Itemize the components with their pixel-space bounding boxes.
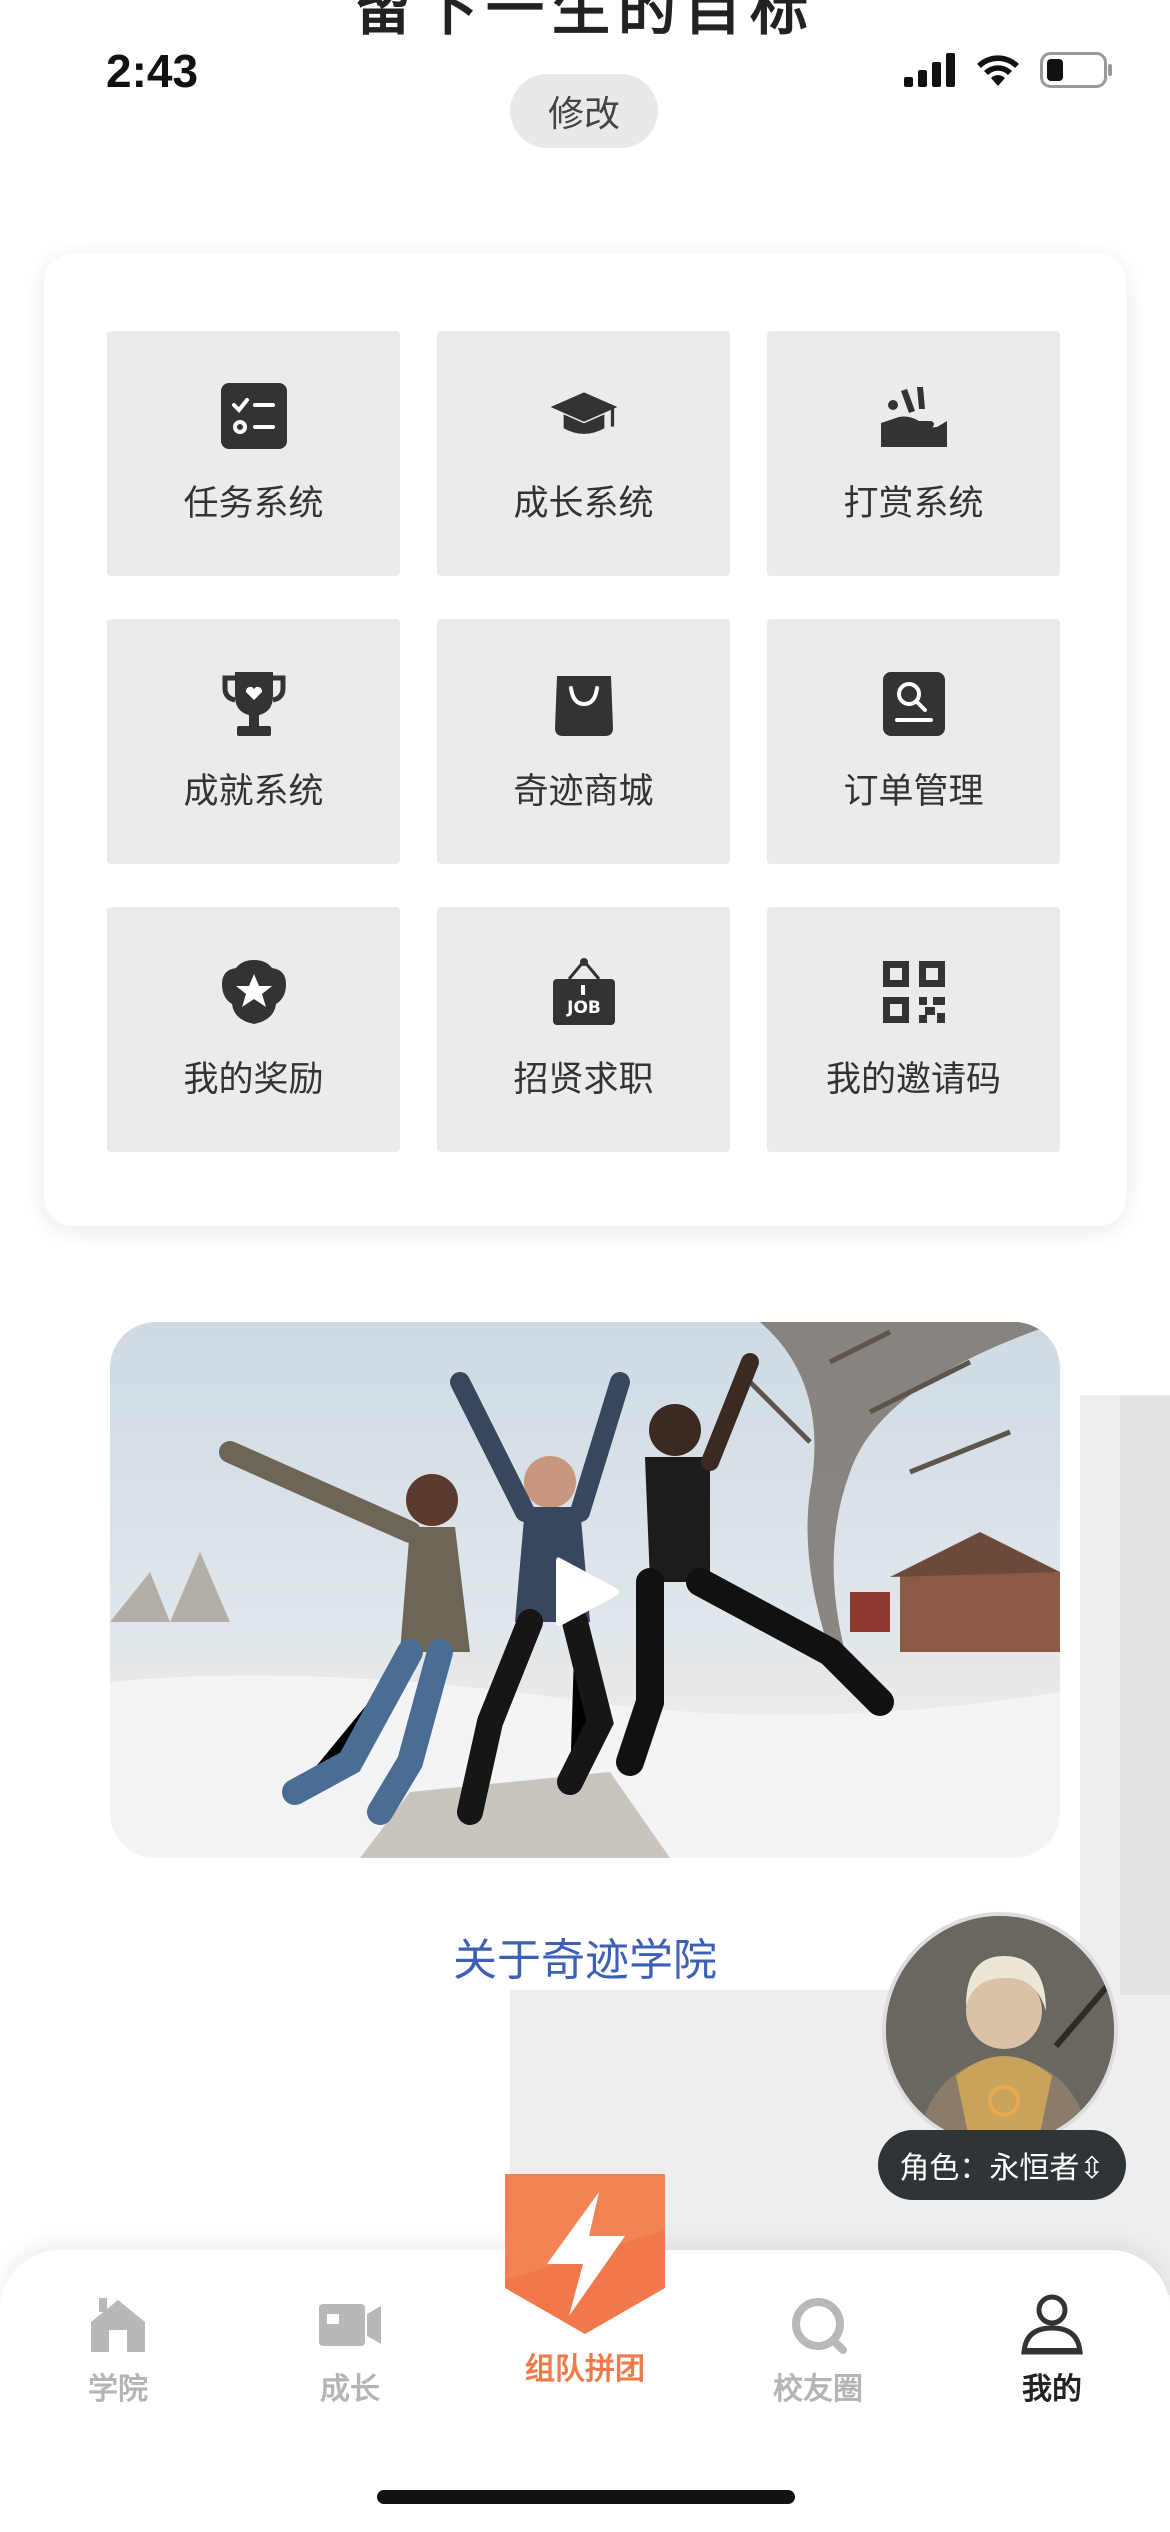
- lightning-icon: [480, 2170, 690, 2338]
- menu-item-label: 打赏系统: [843, 484, 984, 524]
- menu-item-label: 成就系统: [183, 772, 324, 812]
- menu-item-task[interactable]: 任务系统: [107, 331, 400, 576]
- background-shape: [1120, 1395, 1170, 1995]
- star-badge-icon: [219, 957, 289, 1027]
- menu-item-label: 我的奖励: [183, 1060, 324, 1100]
- menu-item-jobs[interactable]: JOB 招贤求职: [437, 907, 730, 1152]
- signal-icon: [904, 53, 955, 87]
- circle-search-icon: [748, 2290, 888, 2360]
- status-icons: [904, 52, 1114, 88]
- tab-academy[interactable]: 学院: [48, 2290, 188, 2408]
- menu-item-growth[interactable]: 成长系统: [437, 331, 730, 576]
- edit-button[interactable]: 修改: [510, 74, 658, 148]
- role-switch-button[interactable]: 角色：永恒者⇳: [878, 2130, 1126, 2200]
- menu-item-label: 订单管理: [843, 772, 984, 812]
- tab-mine[interactable]: 我的: [982, 2290, 1122, 2408]
- avatar[interactable]: [882, 1912, 1118, 2148]
- home-indicator: [377, 2490, 795, 2504]
- menu-item-label: 招贤求职: [513, 1060, 654, 1100]
- menu-grid: 任务系统 成长系统 打赏系统 成就系统 奇迹商城 订单管理 我的奖励 JOB 招…: [107, 331, 1060, 1152]
- tab-alumni[interactable]: 校友圈: [748, 2290, 888, 2408]
- shopping-bag-icon: [549, 669, 619, 739]
- menu-item-achievement[interactable]: 成就系统: [107, 619, 400, 864]
- status-time: 2:43: [106, 45, 199, 97]
- trophy-icon: [219, 669, 289, 739]
- menu-item-invite[interactable]: 我的邀请码: [767, 907, 1060, 1152]
- menu-card: 任务系统 成长系统 打赏系统 成就系统 奇迹商城 订单管理 我的奖励 JOB 招…: [44, 254, 1126, 1226]
- menu-item-label: 奇迹商城: [513, 772, 654, 812]
- battery-icon: [1040, 52, 1112, 88]
- user-icon: [982, 2290, 1122, 2360]
- tab-label: 成长: [320, 2372, 380, 2407]
- tab-team-up[interactable]: 组队拼团: [480, 2170, 690, 2388]
- menu-item-rewards[interactable]: 我的奖励: [107, 907, 400, 1152]
- menu-item-label: 任务系统: [183, 484, 324, 524]
- task-list-icon: [219, 381, 289, 451]
- tab-label: 我的: [1022, 2372, 1082, 2407]
- tip-hand-icon: [879, 381, 949, 451]
- qr-code-icon: [879, 957, 949, 1027]
- wifi-icon: [977, 55, 1019, 86]
- menu-item-label: 我的邀请码: [825, 1060, 1001, 1100]
- video-thumbnail[interactable]: [110, 1322, 1060, 1858]
- home-icon: [48, 2290, 188, 2360]
- video-camera-icon: [280, 2290, 420, 2360]
- tab-label: 组队拼团: [525, 2352, 645, 2387]
- svg-text:JOB: JOB: [566, 998, 601, 1018]
- menu-item-mall[interactable]: 奇迹商城: [437, 619, 730, 864]
- job-sign-icon: JOB: [549, 957, 619, 1027]
- menu-item-orders[interactable]: 订单管理: [767, 619, 1060, 864]
- menu-item-tip[interactable]: 打赏系统: [767, 331, 1060, 576]
- menu-item-label: 成长系统: [513, 484, 654, 524]
- play-icon[interactable]: [552, 1552, 622, 1632]
- tab-label: 学院: [88, 2372, 148, 2407]
- tab-growth[interactable]: 成长: [280, 2290, 420, 2408]
- graduation-cap-icon: [549, 381, 619, 451]
- tab-label: 校友圈: [773, 2372, 863, 2407]
- order-icon: [879, 669, 949, 739]
